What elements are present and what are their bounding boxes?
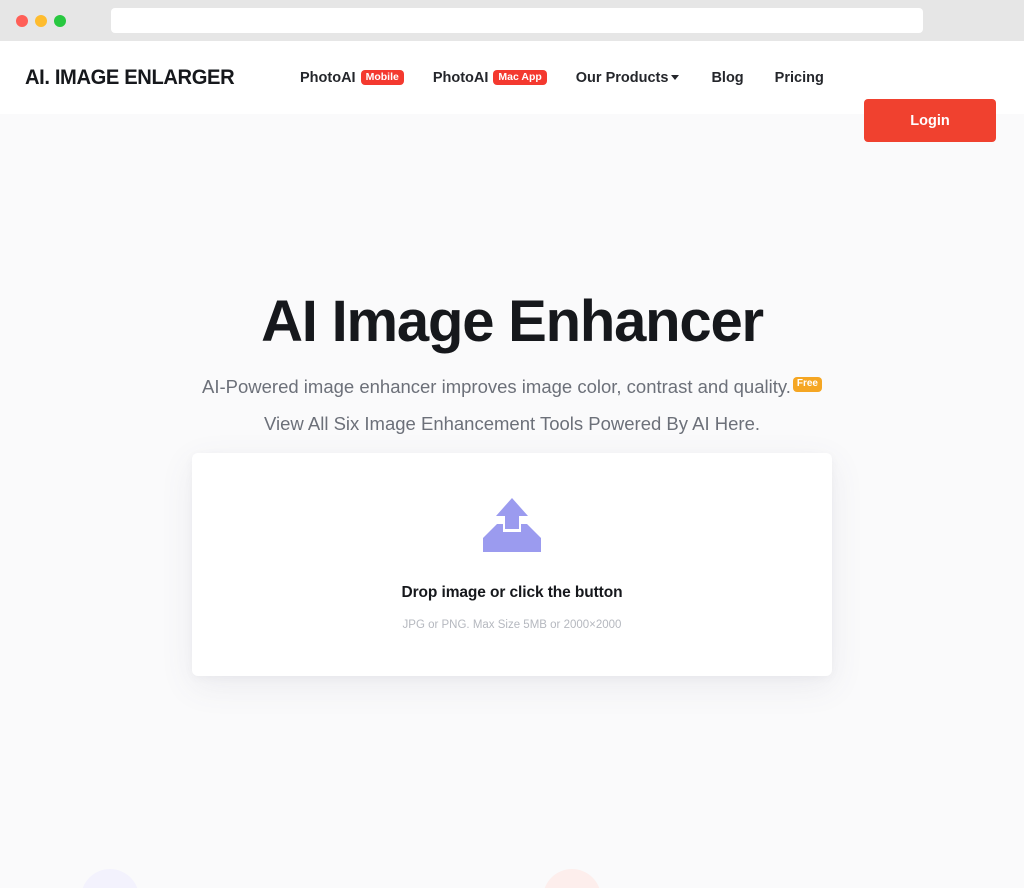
sharpener-icon (543, 869, 601, 888)
nav-item-blog[interactable]: Blog (711, 70, 743, 86)
chevron-down-icon (671, 75, 680, 80)
tool-card-ai-image-sharpener[interactable]: AI Image Sharpener (543, 867, 991, 888)
hero-subtitle-secondary[interactable]: View All Six Image Enhancement Tools Pow… (0, 399, 1024, 435)
hero-subtitle-primary-text: AI-Powered image enhancer improves image… (202, 375, 791, 397)
close-window-icon[interactable] (16, 14, 28, 27)
main-navigation: PhotoAI Mobile PhotoAI Mac App Our Produ… (300, 41, 824, 114)
tool-cards-strip: AI Image Enlarger AI Image Sharpener (0, 867, 1024, 888)
nav-item-photoai-mobile[interactable]: PhotoAI Mobile (300, 70, 404, 86)
nav-badge-macapp: Mac App (493, 69, 547, 86)
minimize-window-icon[interactable] (35, 14, 47, 27)
nav-item-pricing[interactable]: Pricing (775, 70, 824, 86)
site-header: AI. IMAGE ENLARGER PhotoAI Mobile PhotoA… (0, 41, 1024, 142)
free-badge: Free (792, 376, 822, 392)
traffic-lights (0, 14, 66, 27)
hero-subtitle-primary: AI-Powered image enhancer improves image… (0, 354, 1024, 399)
enlarger-icon (81, 869, 139, 888)
nav-item-our-products[interactable]: Our Products (576, 70, 680, 86)
nav-item-photoai-macapp[interactable]: PhotoAI Mac App (433, 70, 547, 86)
login-button[interactable]: Login (864, 99, 996, 142)
image-upload-dropzone[interactable]: Drop image or click the button JPG or PN… (192, 453, 832, 676)
upload-dropzone-title: Drop image or click the button (401, 584, 623, 601)
nav-item-label: PhotoAI (432, 69, 489, 86)
upload-tray-icon (483, 498, 541, 552)
nav-badge-mobile: Mobile (360, 69, 404, 86)
address-bar-input[interactable] (111, 8, 923, 33)
browser-chrome (0, 0, 1024, 41)
upload-dropzone-hint: JPG or PNG. Max Size 5MB or 2000×2000 (402, 619, 622, 631)
nav-item-label: PhotoAI (300, 69, 356, 86)
maximize-window-icon[interactable] (54, 14, 66, 27)
page-viewport: AI. IMAGE ENLARGER PhotoAI Mobile PhotoA… (0, 41, 1024, 888)
site-logo[interactable]: AI. IMAGE ENLARGER (25, 66, 235, 90)
page-title: AI Image Enhancer (261, 289, 764, 354)
hero-section: AI Image Enhancer AI-Powered image enhan… (0, 114, 1024, 435)
tool-card-ai-image-enlarger[interactable]: AI Image Enlarger (81, 867, 529, 888)
nav-item-label: Our Products (575, 69, 669, 86)
